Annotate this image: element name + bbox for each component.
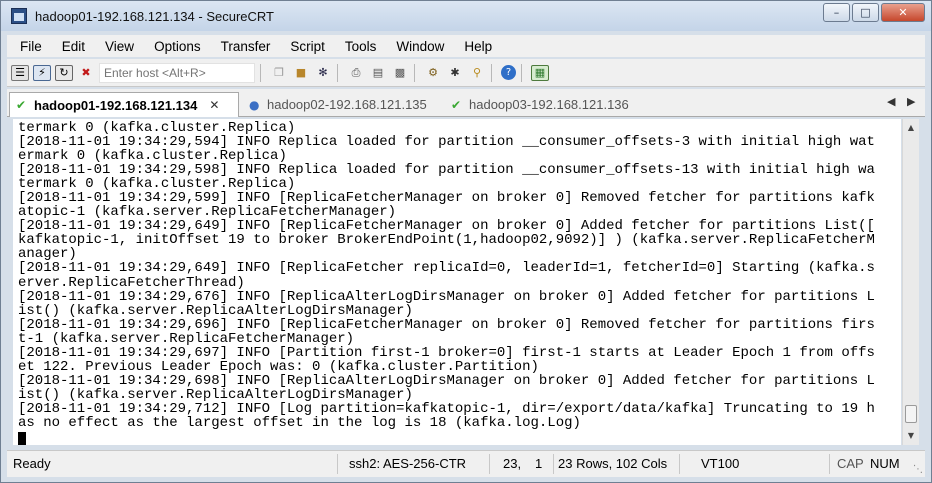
menu-script[interactable]: Script [277,39,332,54]
toolbar: ☰ ⚡ ↻ ✖ ❐ ■ ✻ ⎙ ▤ ▩ ⚙ ✱ ⚲ ? ▦ [7,59,925,87]
sftp-icon[interactable]: ▦ [531,64,549,81]
close-button[interactable]: ✕ [881,3,925,22]
toolbar-separator [414,63,415,82]
global-options-icon[interactable]: ✱ [446,65,464,81]
connect-icon[interactable]: ☰ [11,64,29,81]
printer-icon[interactable]: ▩ [391,65,409,81]
status-emulation: VT100 [701,456,740,471]
tab-hadoop03[interactable]: ✔ hadoop03-192.168.121.136 [445,92,645,117]
terminal-line: termark 0 (kafka.cluster.Replica) [18,120,296,136]
menu-bar: File Edit View Options Transfer Script T… [7,35,925,57]
status-size: 23 Rows, 102 Cols [558,456,668,471]
terminal-line: atopic-1 (kafka.server.ReplicaFetcherMan… [18,204,397,221]
tab-scroll-left-icon[interactable]: ◀ [887,95,895,108]
tab-scroll-right-icon[interactable]: ▶ [907,95,915,108]
terminal-line: ist() (kafka.server.ReplicaAlterLogDirsM… [18,302,413,319]
resize-grip-icon[interactable]: ⋱ [913,464,923,475]
terminal-line: termark 0 (kafka.cluster.Replica) [18,176,296,193]
terminal-line: ermark 0 (kafka.cluster.Replica) [18,148,287,165]
paste-icon[interactable]: ■ [292,65,310,81]
connected-check-icon: ✔ [16,98,27,112]
securecrt-window: hadoop01-192.168.121.134 - SecureCRT – □… [0,0,932,483]
status-bar: Ready ssh2: AES-256-CTR 23, 1 23 Rows, 1… [7,450,925,477]
menu-edit[interactable]: Edit [49,39,92,54]
enter-host-input[interactable] [99,62,255,83]
terminal-line: ist() (kafka.server.ReplicaAlterLogDirsM… [18,386,413,403]
terminal-line: [2018-11-01 19:34:29,649] INFO [ReplicaF… [18,218,875,235]
title-bar[interactable]: hadoop01-192.168.121.134 - SecureCRT – □… [1,1,931,31]
terminal-line: [2018-11-01 19:34:29,676] INFO [ReplicaA… [18,288,875,305]
terminal-line: et 122. Previous Leader Epoch was: 0 (ka… [18,358,539,375]
terminal-line: as no effect as the largest offset in th… [18,414,581,431]
status-cursor-col: 1 [535,456,543,471]
session-tab-bar: ✔ hadoop01-192.168.121.134 ✕ ● hadoop02-… [7,89,925,117]
help-icon[interactable]: ? [501,65,516,80]
find-icon[interactable]: ✻ [314,65,332,81]
reconnect-icon[interactable]: ↻ [55,64,73,81]
scroll-up-icon[interactable]: ▲ [903,119,919,135]
status-state: Ready [13,456,51,471]
window-title: hadoop01-192.168.121.134 - SecureCRT [35,8,274,24]
toolbar-separator [260,63,261,82]
status-divider [337,454,338,474]
status-cursor-row: 23, [503,456,522,471]
window-controls: – □ ✕ [823,3,925,22]
tab-label: hadoop03-192.168.121.136 [469,97,629,112]
info-status-icon: ● [249,97,260,112]
toolbar-separator [521,63,522,82]
securecrt-app-icon[interactable] [11,8,27,24]
scrollbar-thumb[interactable] [905,405,917,423]
terminal-line: [2018-11-01 19:34:29,712] INFO [Log part… [18,400,875,417]
terminal-line: t-1 (kafka.server.ReplicaFetcherManager) [18,330,355,347]
terminal-output[interactable]: termark 0 (kafka.cluster.Replica) [2018-… [13,119,901,445]
terminal-line: anager) [18,246,77,263]
tab-close-icon[interactable]: ✕ [209,98,219,112]
connected-check-icon: ✔ [451,97,462,112]
status-caps: CAP [837,456,864,471]
status-divider [679,454,680,474]
menu-transfer[interactable]: Transfer [208,39,278,54]
toolbar-separator [491,63,492,82]
terminal-line: [2018-11-01 19:34:29,599] INFO [ReplicaF… [18,190,875,207]
terminal-line: [2018-11-01 19:34:29,598] INFO Replica l… [18,162,875,179]
terminal-line: erver.ReplicaFetcherThread) [18,274,245,291]
tab-hadoop02[interactable]: ● hadoop02-192.168.121.135 [243,92,439,117]
terminal-line: [2018-11-01 19:34:29,697] INFO [Partitio… [18,344,875,361]
tab-label: hadoop01-192.168.121.134 [34,97,198,113]
menu-options[interactable]: Options [141,39,208,54]
session-options-icon[interactable]: ⚙ [424,65,442,81]
terminal-line: [2018-11-01 19:34:29,594] INFO Replica l… [18,134,875,151]
menu-file[interactable]: File [7,39,49,54]
toolbar-separator [337,63,338,82]
status-divider [829,454,830,474]
status-num: NUM [870,456,900,471]
tab-hadoop01[interactable]: ✔ hadoop01-192.168.121.134 ✕ [9,92,239,117]
terminal-line: kafkatopic-1, initOffset 19 to broker Br… [18,232,875,249]
copy-icon[interactable]: ❐ [270,65,288,81]
disconnect-icon[interactable]: ✖ [77,65,95,81]
terminal-line: [2018-11-01 19:34:29,649] INFO [ReplicaF… [18,260,875,277]
tab-label: hadoop02-192.168.121.135 [267,97,427,112]
scroll-down-icon[interactable]: ▼ [903,427,919,443]
print-icon[interactable]: ⎙ [347,65,365,81]
terminal-scrollbar[interactable]: ▲ ▼ [902,119,919,445]
menu-help[interactable]: Help [451,39,499,54]
terminal-line: [2018-11-01 19:34:29,696] INFO [ReplicaF… [18,316,875,333]
status-divider [553,454,554,474]
terminal-prompt-line [18,430,901,445]
quick-connect-icon[interactable]: ⚡ [33,64,51,81]
minimize-button[interactable]: – [823,3,850,22]
menu-view[interactable]: View [92,39,141,54]
maximize-button[interactable]: □ [852,3,879,22]
print-setup-icon[interactable]: ▤ [369,65,387,81]
menu-tools[interactable]: Tools [332,39,384,54]
status-cipher: ssh2: AES-256-CTR [349,456,467,471]
terminal-line: [2018-11-01 19:34:29,698] INFO [ReplicaA… [18,372,875,389]
status-divider [489,454,490,474]
menu-window[interactable]: Window [383,39,451,54]
text-cursor [18,432,26,445]
keymap-icon[interactable]: ⚲ [468,65,486,81]
